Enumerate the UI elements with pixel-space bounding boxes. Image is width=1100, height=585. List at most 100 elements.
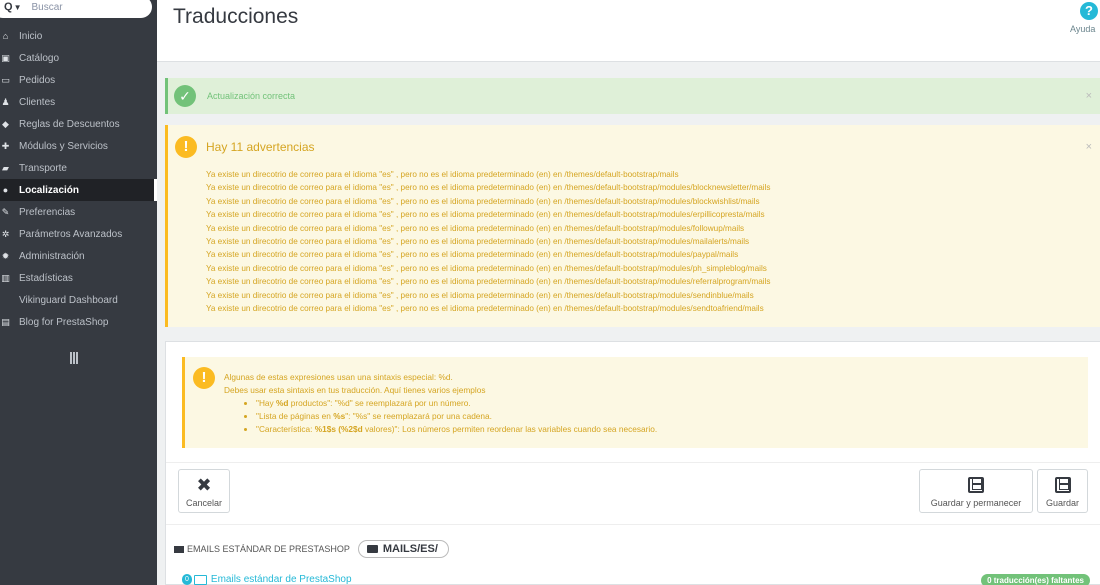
sidebar-item[interactable]: ⌂ Inicio xyxy=(0,25,157,47)
warning-item: Ya existe un direcotrio de correo para e… xyxy=(206,210,765,220)
folder-icon xyxy=(366,545,378,553)
warning-item: Ya existe un direcotrio de correo para e… xyxy=(206,183,771,193)
file-icon: ▤ xyxy=(1,316,10,327)
syntax-example-bold: %d xyxy=(276,398,289,408)
sidebar: Q ▼ ⌂ Inicio ▣ Catálogo ▭ Pedidos ♟ Clientes ◆ Re… xyxy=(0,0,157,585)
syntax-example-bold: %1$s (%2$d xyxy=(314,424,363,434)
orders-icon: ▭ xyxy=(1,74,10,85)
sidebar-item-label: Clientes xyxy=(19,96,56,108)
syntax-example-post: productos": "%d" se reemplazará por un n… xyxy=(288,398,471,408)
count-badge: 0 xyxy=(182,574,192,585)
warning-item: Ya existe un direcotrio de correo para e… xyxy=(206,236,750,246)
warning-item: Ya existe un direcotrio de correo para e… xyxy=(206,223,745,233)
emails-section-heading: EMAILS ESTÁNDAR DE PRESTASHOP MAILS/ES/ xyxy=(174,540,449,558)
divider xyxy=(166,462,1100,463)
save-label: Guardar xyxy=(1045,498,1080,508)
sidebar-menu: ⌂ Inicio ▣ Catálogo ▭ Pedidos ♟ Clientes ◆ Reglas… xyxy=(0,25,157,333)
sidebar-item[interactable]: ▭ Pedidos xyxy=(0,69,157,91)
save-and-stay-button[interactable]: Guardar y permanecer xyxy=(919,469,1033,513)
emails-section-label: EMAILS ESTÁNDAR DE PRESTASHOP xyxy=(187,544,350,554)
sidebar-item[interactable]: ✹ Administración xyxy=(0,245,157,267)
search-input[interactable] xyxy=(31,1,132,13)
syntax-note: ! Algunas de estas expresiones usan una … xyxy=(182,357,1088,448)
syntax-line: Debes usar esta sintaxis en tus traducci… xyxy=(224,385,486,395)
warning-item: Ya existe un direcotrio de correo para e… xyxy=(206,263,767,273)
warning-item: Ya existe un direcotrio de correo para e… xyxy=(206,170,679,179)
syntax-example-bold: %s xyxy=(333,411,346,421)
syntax-example: "Hay %d productos": "%d" se reemplazará … xyxy=(256,397,657,410)
close-icon[interactable]: × xyxy=(1086,90,1092,102)
divider xyxy=(166,524,1100,525)
help-label[interactable]: Ayuda xyxy=(1070,24,1100,34)
page-header: Traducciones ? Ayuda xyxy=(157,0,1100,62)
success-message: Actualización correcta xyxy=(207,91,296,101)
tag-icon: ◆ xyxy=(2,118,9,129)
question-circle-icon[interactable]: ? xyxy=(1080,2,1098,20)
warning-item: Ya existe un direcotrio de correo para e… xyxy=(206,290,754,300)
puzzle-icon: ✚ xyxy=(1,140,10,151)
mail-path: MAILS/ES/ xyxy=(382,543,438,555)
sidebar-item[interactable]: ▥ Estadísticas xyxy=(0,267,157,289)
syntax-example-pre: "Característica: xyxy=(256,424,315,434)
sidebar-item[interactable]: Vikinguard Dashboard xyxy=(0,289,157,311)
sidebar-item-label: Inicio xyxy=(19,30,43,42)
sidebar-item-label: Reglas de Descuentos xyxy=(19,118,120,130)
cancel-label: Cancelar xyxy=(185,498,223,508)
collapse-menu-handle-icon[interactable] xyxy=(70,352,78,364)
emails-standard-link[interactable]: 0 Emails estándar de PrestaShop xyxy=(182,574,352,585)
close-icon: ✖ xyxy=(196,475,212,495)
catalog-icon: ▣ xyxy=(1,52,10,63)
truck-icon: ▰ xyxy=(2,162,9,173)
cog-icon: ✹ xyxy=(1,250,10,261)
check-circle-icon: ✓ xyxy=(174,85,196,107)
sidebar-item[interactable]: ▤ Blog for PrestaShop xyxy=(0,311,157,333)
warning-list: Ya existe un direcotrio de correo para e… xyxy=(206,168,771,315)
success-alert: ✓ Actualización correcta × xyxy=(165,78,1100,114)
sidebar-item[interactable]: ✲ Parámetros Avanzados xyxy=(0,223,157,245)
customers-icon: ♟ xyxy=(1,96,10,107)
warning-alert: ! Hay 11 advertencias × Ya existe un dir… xyxy=(165,125,1100,327)
warning-item: Ya existe un direcotrio de correo para e… xyxy=(206,277,771,287)
sidebar-item-label: Vikinguard Dashboard xyxy=(19,294,118,306)
warning-item: Ya existe un direcotrio de correo para e… xyxy=(206,250,739,260)
sidebar-item-label: Localización xyxy=(19,184,80,196)
save-and-stay-label: Guardar y permanecer xyxy=(930,498,1022,508)
warning-item: Ya existe un direcotrio de correo para e… xyxy=(206,303,764,313)
mail-path-chip: MAILS/ES/ xyxy=(357,540,449,558)
save-icon xyxy=(968,477,984,493)
sidebar-item[interactable]: ✚ Módulos y Servicios xyxy=(0,135,157,157)
sidebar-item-label: Blog for PrestaShop xyxy=(19,316,109,328)
close-icon[interactable]: × xyxy=(1086,141,1092,153)
emails-link-label[interactable]: Emails estándar de PrestaShop xyxy=(211,574,352,585)
warning-title: Hay 11 advertencias xyxy=(206,140,315,154)
sidebar-item[interactable]: ▰ Transporte xyxy=(0,157,157,179)
sidebar-item-label: Estadísticas xyxy=(19,272,73,284)
chevron-down-icon[interactable]: ▼ xyxy=(14,3,22,12)
warning-item: Ya existe un direcotrio de correo para e… xyxy=(206,196,760,206)
syntax-example-post: ": "%s" se reemplazará por una cadena. xyxy=(345,411,492,421)
search-icon[interactable]: Q xyxy=(4,1,13,13)
sidebar-item[interactable]: ♟ Clientes xyxy=(0,91,157,113)
sidebar-item[interactable]: ● Localización xyxy=(0,179,157,201)
help-button[interactable]: ? Ayuda xyxy=(1070,2,1100,34)
cogs-icon: ✲ xyxy=(1,228,10,239)
sidebar-item-label: Transporte xyxy=(19,162,67,174)
sidebar-item[interactable]: ✎ Preferencias xyxy=(0,201,157,223)
save-button[interactable]: Guardar xyxy=(1037,469,1088,513)
page-title: Traducciones xyxy=(173,5,299,28)
syntax-example: "Lista de páginas en %s": "%s" se reempl… xyxy=(256,410,657,423)
missing-translations-badge: 0 traducción(es) faltantes xyxy=(981,574,1090,585)
syntax-line: Algunas de estas expresiones usan una si… xyxy=(224,372,453,382)
syntax-example: "Característica: %1$s (%2$d valores)": L… xyxy=(256,423,657,436)
sidebar-item-label: Catálogo xyxy=(19,52,60,64)
sidebar-item-label: Administración xyxy=(19,250,85,262)
globe-icon: ● xyxy=(2,185,9,195)
sidebar-item[interactable]: ▣ Catálogo xyxy=(0,47,157,69)
sidebar-item-label: Pedidos xyxy=(19,74,56,86)
search-box[interactable]: Q ▼ xyxy=(0,0,152,18)
sidebar-item[interactable]: ◆ Reglas de Descuentos xyxy=(0,113,157,135)
syntax-text: Algunas de estas expresiones usan una si… xyxy=(224,371,657,436)
syntax-examples: "Hay %d productos": "%d" se reemplazará … xyxy=(256,397,657,436)
cancel-button[interactable]: ✖ Cancelar xyxy=(178,469,230,513)
sidebar-item-label: Parámetros Avanzados xyxy=(19,228,123,240)
